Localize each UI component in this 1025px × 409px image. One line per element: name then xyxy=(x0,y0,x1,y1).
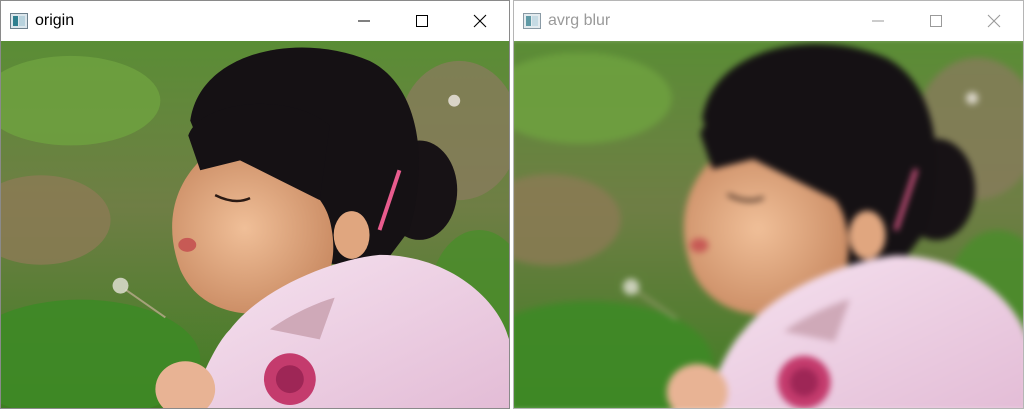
title-bar[interactable]: origin xyxy=(1,1,509,41)
close-icon xyxy=(473,14,487,28)
window-origin[interactable]: origin xyxy=(0,0,510,409)
maximize-icon xyxy=(416,15,428,27)
photo-girl-blowing-dandelion xyxy=(1,41,509,408)
photo-girl-blowing-dandelion-blurred xyxy=(514,41,1023,408)
opencv-window-icon xyxy=(10,13,28,29)
minimize-icon xyxy=(358,20,370,22)
image-canvas[interactable] xyxy=(514,41,1023,408)
minimize-icon xyxy=(872,20,884,22)
maximize-button[interactable] xyxy=(393,1,451,41)
title-bar[interactable]: avrg blur xyxy=(514,1,1023,41)
maximize-button[interactable] xyxy=(907,1,965,41)
window-avrg-blur[interactable]: avrg blur xyxy=(513,0,1024,409)
window-title: avrg blur xyxy=(548,12,611,29)
close-button[interactable] xyxy=(965,1,1023,41)
maximize-icon xyxy=(930,15,942,27)
opencv-window-icon xyxy=(523,13,541,29)
image-canvas[interactable] xyxy=(1,41,509,408)
window-title: origin xyxy=(35,12,75,29)
minimize-button[interactable] xyxy=(335,1,393,41)
close-icon xyxy=(987,14,1001,28)
minimize-button[interactable] xyxy=(849,1,907,41)
close-button[interactable] xyxy=(451,1,509,41)
